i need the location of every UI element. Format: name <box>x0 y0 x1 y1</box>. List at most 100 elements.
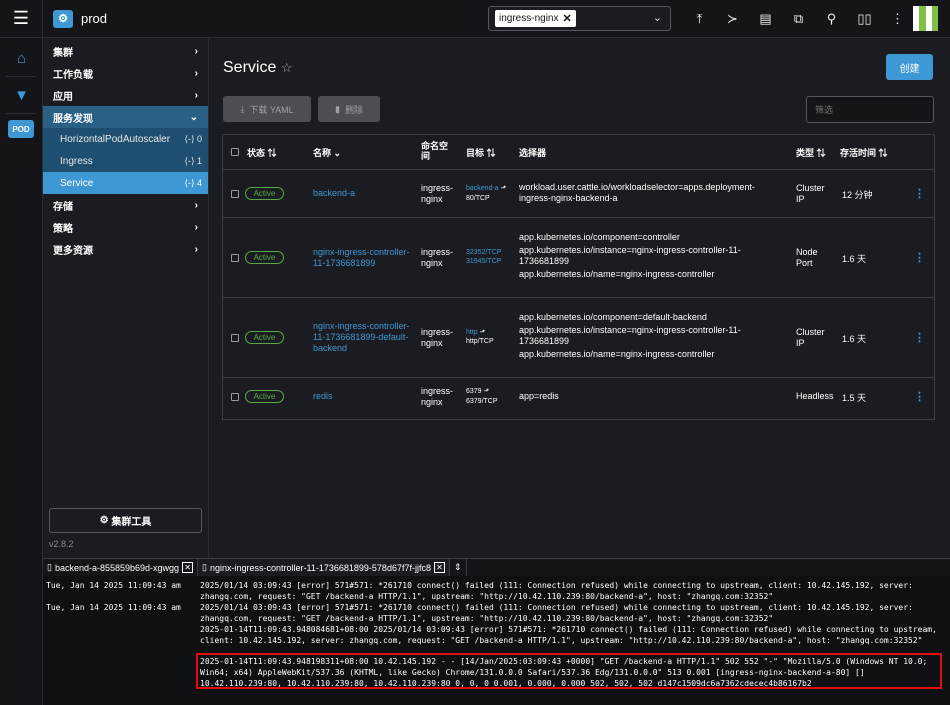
download-yaml-button[interactable]: ⤓ 下载 YAML <box>223 96 311 122</box>
sidebar-item-ingress[interactable]: Ingress ⟨-⟩ 1 <box>43 150 208 172</box>
chevron-right-icon: › <box>194 89 198 101</box>
table-row[interactable]: Active backend-a ingress-nginx backend-a… <box>223 170 934 218</box>
sidebar-item-storage[interactable]: 存储 › <box>43 194 208 216</box>
age-cell: 1.5 天 <box>842 393 867 403</box>
namespace-cell: ingress-nginx <box>421 327 454 348</box>
log-message: 2025/01/14 03:09:43 [error] 571#571: *26… <box>200 581 913 601</box>
row-checkbox[interactable] <box>231 334 239 342</box>
delete-button[interactable]: ▮ 删除 <box>318 96 380 122</box>
column-type[interactable]: 类型 ⇅ <box>796 146 826 159</box>
column-age[interactable]: 存活时间 ⇅ <box>840 146 888 159</box>
table-row[interactable]: Active nginx-ingress-controller-11-17366… <box>223 218 934 298</box>
more-actions-icon[interactable]: ⋮ <box>914 187 925 200</box>
upload-icon[interactable]: ⤒ <box>683 11 716 27</box>
sidebar-item-apps[interactable]: 应用 › <box>43 84 208 106</box>
row-checkbox[interactable] <box>231 254 239 262</box>
chevron-down-icon[interactable]: ⌄ <box>653 11 662 24</box>
file-icon[interactable]: ▤ <box>749 11 782 27</box>
chevron-right-icon: › <box>194 67 198 79</box>
more-actions-icon[interactable]: ⋮ <box>914 390 925 403</box>
sort-icon: ⇅ <box>878 147 888 158</box>
sidebar-item-policy[interactable]: 策略 › <box>43 216 208 238</box>
target-cell: 32352/TCP 31945/TCP <box>466 249 502 265</box>
selector-cell: workload.user.cattle.io/workloadselector… <box>519 182 755 203</box>
terminal-icon[interactable]: ≻ <box>716 11 749 27</box>
sidebar-item-cluster[interactable]: 集群 › <box>43 40 208 62</box>
namespace-select[interactable]: ingress-nginx ✕ ⌄ <box>488 6 671 31</box>
divider <box>6 113 36 114</box>
more-actions-icon[interactable]: ⋮ <box>914 331 925 344</box>
log-viewer[interactable]: Tue, Jan 14 2025 11:09:43 am 2025/01/14 … <box>43 576 950 705</box>
service-name-link[interactable]: redis <box>313 391 333 401</box>
selector-cell: app.kubernetes.io/component=default-back… <box>519 312 741 359</box>
close-icon[interactable]: ✕ <box>562 12 571 25</box>
more-actions-icon[interactable]: ⋮ <box>914 251 925 264</box>
file-icon: ▯ <box>202 562 207 572</box>
table-row[interactable]: Active redis ingress-nginx 6379 ⬏ 6379/TC… <box>223 378 934 417</box>
sidebar-item-more-resources[interactable]: 更多资源 › <box>43 238 208 260</box>
sidebar-item-label: 应用 <box>53 91 73 103</box>
service-name-link[interactable]: nginx-ingress-controller-11-1736681899 <box>313 247 418 269</box>
main-panel: Service ☆ 创建 ⤓下载 YAML ▮删除 状态 ⇅ 名称 ⌄ 命名空间… <box>209 38 950 558</box>
table-row[interactable]: Active nginx-ingress-controller-11-17366… <box>223 298 934 378</box>
status-badge: Active <box>245 251 284 264</box>
column-namespace[interactable]: 命名空间 <box>421 141 453 161</box>
cluster-name[interactable]: prod <box>81 11 107 26</box>
pod-badge[interactable]: POD <box>8 120 34 138</box>
menu-icon[interactable]: ☰ <box>0 0 43 38</box>
sidebar-item-service[interactable]: Service ⟨-⟩ 4 <box>43 172 208 194</box>
sort-icon: ⇅ <box>267 147 277 158</box>
expand-toggle[interactable]: ⇕ <box>450 558 467 577</box>
close-icon[interactable]: ✕ <box>182 562 194 573</box>
column-target[interactable]: 目标 ⇅ <box>466 146 496 159</box>
search-icon[interactable]: ⚲ <box>815 11 848 27</box>
column-name[interactable]: 名称 ⌄ <box>313 146 341 159</box>
log-message: 2025/01/14 03:09:43 [error] 571#571: *26… <box>200 603 913 623</box>
chevron-right-icon: › <box>194 221 198 233</box>
chevron-updown-icon: ⇕ <box>453 562 462 572</box>
log-tab[interactable]: ▯ backend-a-855859b69d-xgwgg ✕ <box>43 558 199 577</box>
sidebar: 集群 › 工作负载 › 应用 › 服务发现 ⌄ HorizontalPodAutosca… <box>43 38 209 558</box>
service-name-link[interactable]: nginx-ingress-controller-11-1736681899-d… <box>313 321 421 354</box>
copy-icon[interactable]: ⧉ <box>782 11 815 27</box>
column-state[interactable]: 状态 ⇅ <box>247 146 277 159</box>
status-badge: Active <box>245 390 284 403</box>
cluster-shirt-icon[interactable]: ▼ <box>0 81 43 109</box>
column-selector[interactable]: 选择器 <box>519 146 546 159</box>
namespace-chip: ingress-nginx ✕ <box>495 10 576 27</box>
status-badge: Active <box>245 331 284 344</box>
close-icon[interactable]: ✕ <box>433 562 445 573</box>
sidebar-item-hpa[interactable]: HorizontalPodAutoscaler ⟨-⟩ 0 <box>43 128 208 150</box>
row-checkbox[interactable] <box>231 190 239 198</box>
type-cell: Node Port <box>796 247 818 268</box>
create-button[interactable]: 创建 <box>886 54 933 80</box>
link-icon: ⬏ <box>479 329 486 336</box>
log-message: 2025-01-14T11:09:43.948084681+08:00 2025… <box>200 625 937 645</box>
more-icon[interactable]: ⋮ <box>881 11 914 27</box>
sidebar-item-label: Service <box>60 177 94 189</box>
filter-input[interactable] <box>806 96 934 123</box>
book-icon[interactable]: ▯▯ <box>848 11 881 27</box>
cluster-tools-button[interactable]: ⚙ 集群工具 <box>49 508 202 533</box>
sidebar-item-service-discovery[interactable]: 服务发现 ⌄ <box>43 106 208 128</box>
type-cell: Headless <box>796 391 834 401</box>
row-checkbox[interactable] <box>231 393 239 401</box>
app-strip: ⌂ ▼ POD <box>0 38 43 705</box>
services-table: 状态 ⇅ 名称 ⌄ 命名空间 目标 ⇅ 选择器 类型 ⇅ 存活时间 ⇅ Acti… <box>222 134 935 420</box>
select-all-checkbox[interactable] <box>231 148 239 156</box>
service-name-link[interactable]: backend-a <box>313 188 355 198</box>
avatar[interactable] <box>913 6 938 31</box>
chevron-right-icon: › <box>194 45 198 57</box>
sidebar-item-label: 策略 <box>53 223 73 235</box>
star-icon[interactable]: ☆ <box>281 60 293 75</box>
cluster-icon: ⚙ <box>53 9 73 28</box>
sidebar-item-label: 工作负载 <box>53 69 93 81</box>
namespace-chip-label: ingress-nginx <box>499 13 559 24</box>
home-icon[interactable]: ⌂ <box>0 44 43 72</box>
target-cell: http ⬏ http/TCP <box>466 329 494 345</box>
log-tab-bar: ▯ backend-a-855859b69d-xgwgg ✕ ▯ nginx-ingr… <box>43 558 950 577</box>
status-badge: Active <box>245 187 284 200</box>
sidebar-item-workloads[interactable]: 工作负载 › <box>43 62 208 84</box>
chevron-down-icon: ⌄ <box>189 111 198 123</box>
log-tab[interactable]: ▯ nginx-ingress-controller-11-1736681899-… <box>198 558 450 577</box>
